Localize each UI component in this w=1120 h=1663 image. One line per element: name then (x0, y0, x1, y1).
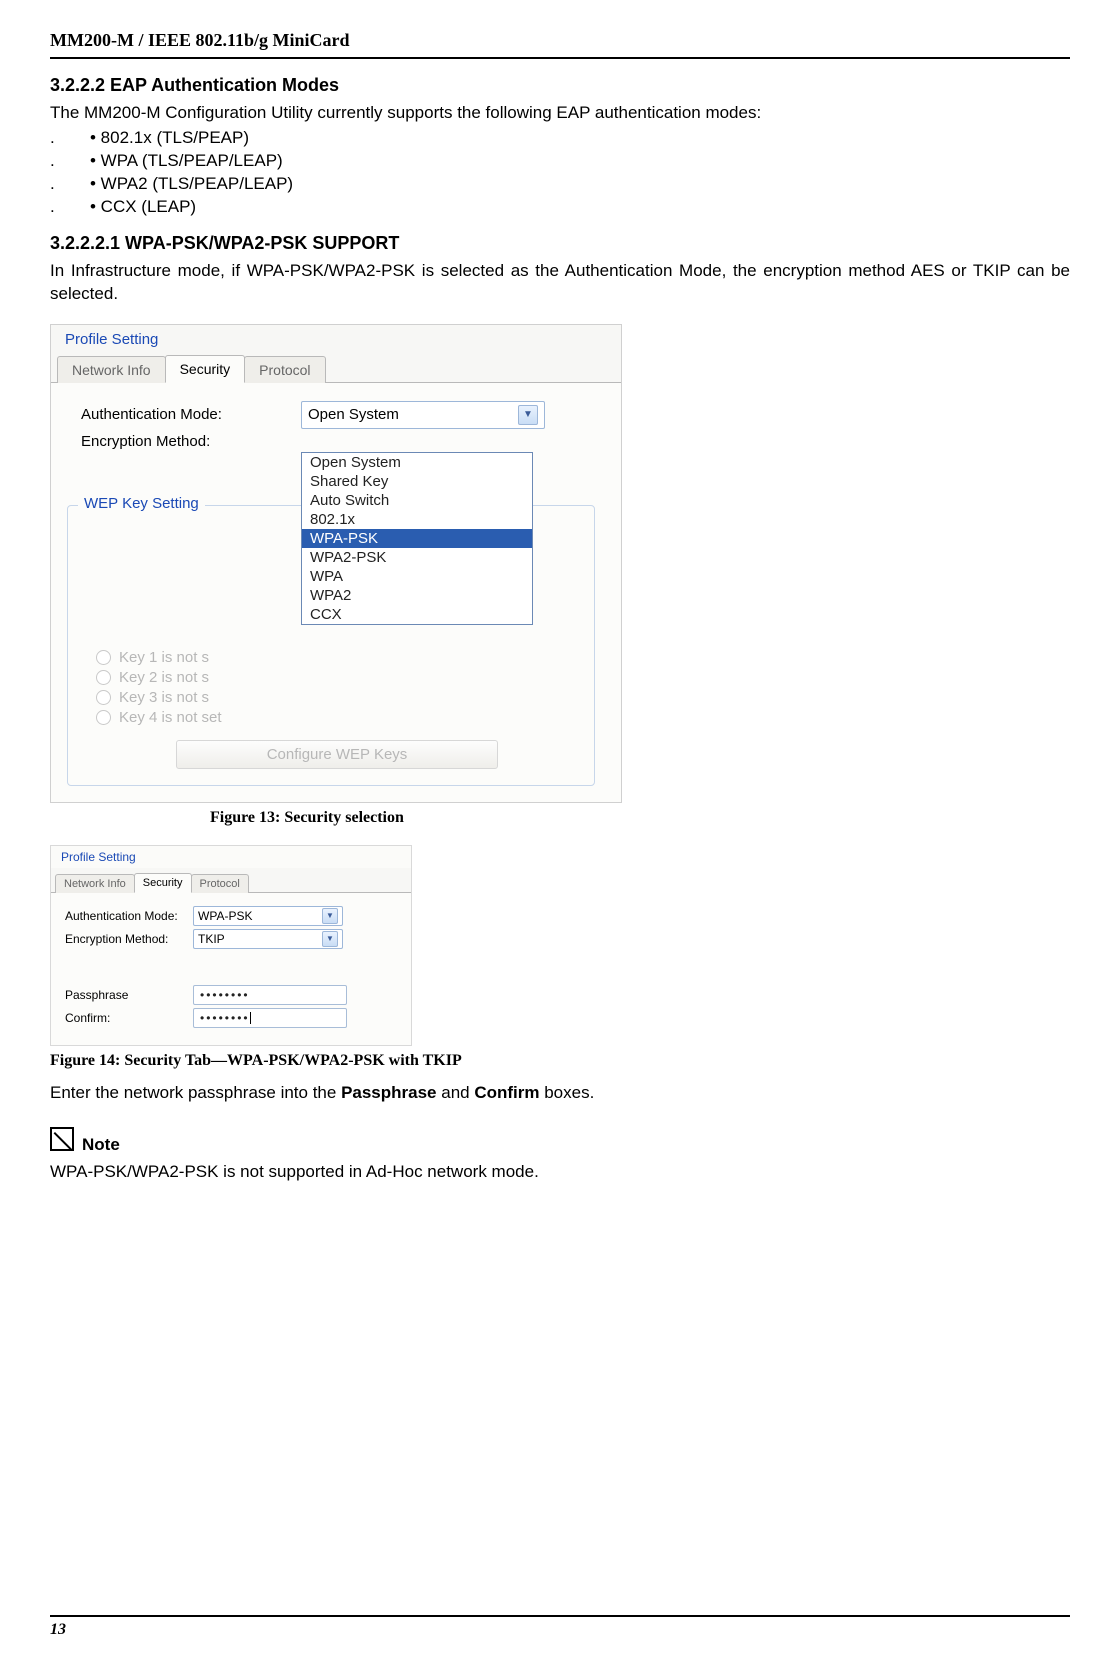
option-ccx[interactable]: CCX (302, 605, 532, 624)
page-footer: 13 (50, 1615, 1070, 1639)
radio-icon (96, 670, 111, 685)
passphrase-input[interactable]: •••••••• (193, 985, 347, 1005)
wep-key-label: Key 2 is not s (119, 669, 209, 686)
auth-mode-dropdown[interactable]: WPA-PSK ▼ (193, 906, 343, 926)
section-heading-eap: 3.2.2.2 EAP Authentication Modes (50, 75, 1070, 96)
tab-strip: Network Info Security Protocol (51, 352, 621, 383)
chevron-down-icon: ▼ (322, 931, 338, 947)
option-shared-key[interactable]: Shared Key (302, 472, 532, 491)
radio-icon (96, 650, 111, 665)
radio-icon (96, 710, 111, 725)
encryption-method-label: Encryption Method: (65, 932, 193, 946)
confirm-input[interactable]: •••••••• (193, 1008, 347, 1028)
auth-mode-option-list[interactable]: Open System Shared Key Auto Switch 802.1… (301, 452, 533, 625)
tab-protocol[interactable]: Protocol (191, 874, 249, 893)
wep-key-4: Key 4 is not set (96, 709, 578, 726)
tab-network-info[interactable]: Network Info (57, 356, 166, 383)
note-icon (50, 1127, 74, 1151)
wep-group-title: WEP Key Setting (78, 495, 205, 512)
bullet-text: • 802.1x (TLS/PEAP) (90, 128, 249, 147)
section-heading-wpapsk: 3.2.2.2.1 WPA-PSK/WPA2-PSK SUPPORT (50, 233, 1070, 254)
wep-key-2: Key 2 is not s (96, 669, 578, 686)
page-header: MM200-M / IEEE 802.11b/g MiniCard (50, 30, 1070, 59)
tab-security[interactable]: Security (134, 873, 192, 893)
encryption-method-value: TKIP (198, 932, 225, 946)
intro-text: The MM200-M Configuration Utility curren… (50, 102, 1070, 125)
tab-network-info[interactable]: Network Info (55, 874, 135, 893)
option-open-system[interactable]: Open System (302, 453, 532, 472)
figure-13-caption: Figure 13: Security selection (210, 809, 1070, 827)
text-cursor-icon (250, 1012, 251, 1024)
profile-setting-title: Profile Setting (51, 325, 621, 348)
enter-passphrase-text: Enter the network passphrase into the Pa… (50, 1082, 1070, 1105)
bullet-text: • WPA (TLS/PEAP/LEAP) (90, 151, 283, 170)
passphrase-word: Passphrase (341, 1083, 436, 1102)
auth-mode-label: Authentication Mode: (65, 909, 193, 923)
profile-setting-title: Profile Setting (51, 846, 411, 864)
option-8021x[interactable]: 802.1x (302, 510, 532, 529)
passphrase-value: •••••••• (200, 988, 250, 1002)
wpapsk-paragraph: In Infrastructure mode, if WPA-PSK/WPA2-… (50, 260, 1070, 306)
encryption-method-label: Encryption Method: (81, 433, 301, 450)
bullet-item: .• WPA (TLS/PEAP/LEAP) (50, 150, 1070, 173)
text-fragment: and (437, 1083, 475, 1102)
auth-mode-value: WPA-PSK (198, 909, 252, 923)
note-label: Note (82, 1135, 120, 1155)
wep-key-1: Key 1 is not s (96, 649, 578, 666)
text-fragment: Enter the network passphrase into the (50, 1083, 341, 1102)
auth-mode-dropdown[interactable]: Open System ▼ (301, 401, 545, 429)
option-wpa-psk[interactable]: WPA-PSK (302, 529, 532, 548)
figure-14-screenshot: Profile Setting Network Info Security Pr… (50, 845, 412, 1046)
passphrase-label: Passphrase (65, 988, 193, 1002)
note-text: WPA-PSK/WPA2-PSK is not supported in Ad-… (50, 1161, 1070, 1184)
confirm-word: Confirm (474, 1083, 539, 1102)
auth-mode-value: Open System (308, 406, 399, 423)
figure-13-screenshot: Profile Setting Network Info Security Pr… (50, 324, 622, 803)
bullet-text: • CCX (LEAP) (90, 197, 196, 216)
tab-strip: Network Info Security Protocol (51, 868, 411, 893)
tab-security[interactable]: Security (165, 355, 246, 383)
option-wpa2[interactable]: WPA2 (302, 586, 532, 605)
confirm-label: Confirm: (65, 1011, 193, 1025)
option-auto-switch[interactable]: Auto Switch (302, 491, 532, 510)
bullet-text: • WPA2 (TLS/PEAP/LEAP) (90, 174, 293, 193)
bullet-item: .• CCX (LEAP) (50, 196, 1070, 219)
wep-key-label: Key 3 is not s (119, 689, 209, 706)
bullet-item: .• WPA2 (TLS/PEAP/LEAP) (50, 173, 1070, 196)
wep-key-3: Key 3 is not s (96, 689, 578, 706)
bullet-item: .• 802.1x (TLS/PEAP) (50, 127, 1070, 150)
option-wpa2-psk[interactable]: WPA2-PSK (302, 548, 532, 567)
wep-key-label: Key 4 is not set (119, 709, 222, 726)
option-wpa[interactable]: WPA (302, 567, 532, 586)
tab-protocol[interactable]: Protocol (244, 356, 325, 383)
chevron-down-icon: ▼ (518, 405, 538, 425)
chevron-down-icon: ▼ (322, 908, 338, 924)
radio-icon (96, 690, 111, 705)
confirm-value: •••••••• (200, 1011, 250, 1025)
auth-mode-label: Authentication Mode: (81, 406, 301, 423)
configure-wep-keys-button: Configure WEP Keys (176, 740, 498, 769)
wep-key-label: Key 1 is not s (119, 649, 209, 666)
encryption-method-dropdown[interactable]: TKIP ▼ (193, 929, 343, 949)
text-fragment: boxes. (540, 1083, 595, 1102)
figure-14-caption: Figure 14: Security Tab—WPA-PSK/WPA2-PSK… (50, 1052, 1070, 1070)
